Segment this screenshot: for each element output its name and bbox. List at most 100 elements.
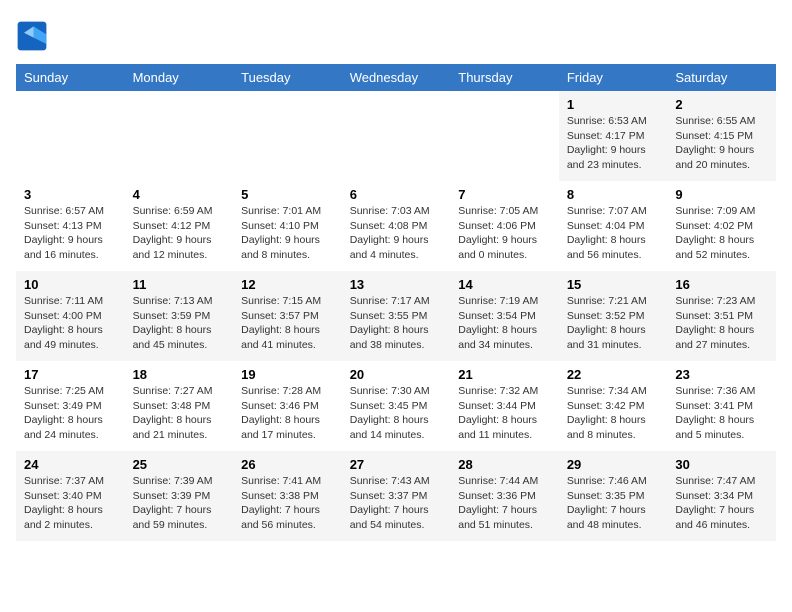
day-number: 24 xyxy=(24,457,117,472)
calendar-week-4: 17 Sunrise: 7:25 AM Sunset: 3:49 PM Dayli… xyxy=(16,361,776,451)
day-info: Sunrise: 7:47 AM Sunset: 3:34 PM Dayligh… xyxy=(675,474,768,533)
day-number: 4 xyxy=(133,187,226,202)
day-number: 17 xyxy=(24,367,117,382)
day-number: 15 xyxy=(567,277,660,292)
calendar-cell: 17 Sunrise: 7:25 AM Sunset: 3:49 PM Dayli… xyxy=(16,361,125,451)
day-info: Sunrise: 7:07 AM Sunset: 4:04 PM Dayligh… xyxy=(567,204,660,263)
calendar-cell xyxy=(233,91,342,181)
calendar-week-3: 10 Sunrise: 7:11 AM Sunset: 4:00 PM Dayli… xyxy=(16,271,776,361)
calendar-cell: 3 Sunrise: 6:57 AM Sunset: 4:13 PM Daylig… xyxy=(16,181,125,271)
calendar-cell xyxy=(450,91,559,181)
day-number: 23 xyxy=(675,367,768,382)
day-info: Sunrise: 7:21 AM Sunset: 3:52 PM Dayligh… xyxy=(567,294,660,353)
day-info: Sunrise: 7:46 AM Sunset: 3:35 PM Dayligh… xyxy=(567,474,660,533)
day-number: 8 xyxy=(567,187,660,202)
day-number: 27 xyxy=(350,457,443,472)
calendar-cell: 23 Sunrise: 7:36 AM Sunset: 3:41 PM Dayli… xyxy=(667,361,776,451)
calendar-table: SundayMondayTuesdayWednesdayThursdayFrid… xyxy=(16,64,776,541)
weekday-header-sunday: Sunday xyxy=(16,64,125,91)
day-number: 29 xyxy=(567,457,660,472)
day-number: 20 xyxy=(350,367,443,382)
calendar-cell: 21 Sunrise: 7:32 AM Sunset: 3:44 PM Dayli… xyxy=(450,361,559,451)
calendar-cell xyxy=(342,91,451,181)
day-number: 21 xyxy=(458,367,551,382)
day-number: 3 xyxy=(24,187,117,202)
day-info: Sunrise: 7:17 AM Sunset: 3:55 PM Dayligh… xyxy=(350,294,443,353)
day-number: 18 xyxy=(133,367,226,382)
day-info: Sunrise: 7:09 AM Sunset: 4:02 PM Dayligh… xyxy=(675,204,768,263)
day-number: 22 xyxy=(567,367,660,382)
day-number: 30 xyxy=(675,457,768,472)
calendar-cell: 4 Sunrise: 6:59 AM Sunset: 4:12 PM Daylig… xyxy=(125,181,234,271)
calendar-cell: 13 Sunrise: 7:17 AM Sunset: 3:55 PM Dayli… xyxy=(342,271,451,361)
calendar-cell: 22 Sunrise: 7:34 AM Sunset: 3:42 PM Dayli… xyxy=(559,361,668,451)
day-info: Sunrise: 7:25 AM Sunset: 3:49 PM Dayligh… xyxy=(24,384,117,443)
day-info: Sunrise: 7:27 AM Sunset: 3:48 PM Dayligh… xyxy=(133,384,226,443)
day-info: Sunrise: 7:41 AM Sunset: 3:38 PM Dayligh… xyxy=(241,474,334,533)
calendar-cell: 24 Sunrise: 7:37 AM Sunset: 3:40 PM Dayli… xyxy=(16,451,125,541)
calendar-cell: 6Sunrise: 7:03 AM Sunset: 4:08 PM Daylig… xyxy=(342,181,451,271)
calendar-cell: 25 Sunrise: 7:39 AM Sunset: 3:39 PM Dayli… xyxy=(125,451,234,541)
calendar-cell: 19Sunrise: 7:28 AM Sunset: 3:46 PM Dayli… xyxy=(233,361,342,451)
day-info: Sunrise: 7:37 AM Sunset: 3:40 PM Dayligh… xyxy=(24,474,117,533)
day-info: Sunrise: 6:53 AM Sunset: 4:17 PM Dayligh… xyxy=(567,114,660,173)
day-info: Sunrise: 7:34 AM Sunset: 3:42 PM Dayligh… xyxy=(567,384,660,443)
day-number: 26 xyxy=(241,457,334,472)
day-number: 10 xyxy=(24,277,117,292)
day-number: 11 xyxy=(133,277,226,292)
calendar-week-2: 3 Sunrise: 6:57 AM Sunset: 4:13 PM Daylig… xyxy=(16,181,776,271)
weekday-header-friday: Friday xyxy=(559,64,668,91)
calendar-cell: 15 Sunrise: 7:21 AM Sunset: 3:52 PM Dayli… xyxy=(559,271,668,361)
day-info: Sunrise: 7:13 AM Sunset: 3:59 PM Dayligh… xyxy=(133,294,226,353)
day-info: Sunrise: 7:03 AM Sunset: 4:08 PM Dayligh… xyxy=(350,204,443,263)
day-number: 12 xyxy=(241,277,334,292)
day-number: 19 xyxy=(241,367,334,382)
calendar-cell: 7 Sunrise: 7:05 AM Sunset: 4:06 PM Daylig… xyxy=(450,181,559,271)
day-number: 7 xyxy=(458,187,551,202)
day-number: 16 xyxy=(675,277,768,292)
calendar-cell: 20Sunrise: 7:30 AM Sunset: 3:45 PM Dayli… xyxy=(342,361,451,451)
weekday-header-tuesday: Tuesday xyxy=(233,64,342,91)
calendar-cell: 8 Sunrise: 7:07 AM Sunset: 4:04 PM Daylig… xyxy=(559,181,668,271)
day-info: Sunrise: 6:57 AM Sunset: 4:13 PM Dayligh… xyxy=(24,204,117,263)
logo-icon xyxy=(16,20,48,52)
day-info: Sunrise: 6:55 AM Sunset: 4:15 PM Dayligh… xyxy=(675,114,768,173)
day-number: 25 xyxy=(133,457,226,472)
day-info: Sunrise: 7:36 AM Sunset: 3:41 PM Dayligh… xyxy=(675,384,768,443)
day-number: 2 xyxy=(675,97,768,112)
calendar-body: 1 Sunrise: 6:53 AM Sunset: 4:17 PM Daylig… xyxy=(16,91,776,541)
day-info: Sunrise: 7:44 AM Sunset: 3:36 PM Dayligh… xyxy=(458,474,551,533)
calendar-cell: 9 Sunrise: 7:09 AM Sunset: 4:02 PM Daylig… xyxy=(667,181,776,271)
calendar-week-1: 1 Sunrise: 6:53 AM Sunset: 4:17 PM Daylig… xyxy=(16,91,776,181)
day-info: Sunrise: 7:05 AM Sunset: 4:06 PM Dayligh… xyxy=(458,204,551,263)
day-info: Sunrise: 7:32 AM Sunset: 3:44 PM Dayligh… xyxy=(458,384,551,443)
calendar-week-5: 24 Sunrise: 7:37 AM Sunset: 3:40 PM Dayli… xyxy=(16,451,776,541)
day-info: Sunrise: 7:15 AM Sunset: 3:57 PM Dayligh… xyxy=(241,294,334,353)
logo xyxy=(16,20,52,52)
day-info: Sunrise: 7:01 AM Sunset: 4:10 PM Dayligh… xyxy=(241,204,334,263)
day-info: Sunrise: 7:19 AM Sunset: 3:54 PM Dayligh… xyxy=(458,294,551,353)
day-info: Sunrise: 6:59 AM Sunset: 4:12 PM Dayligh… xyxy=(133,204,226,263)
day-number: 14 xyxy=(458,277,551,292)
weekday-header-row: SundayMondayTuesdayWednesdayThursdayFrid… xyxy=(16,64,776,91)
calendar-cell: 27Sunrise: 7:43 AM Sunset: 3:37 PM Dayli… xyxy=(342,451,451,541)
calendar-cell: 28 Sunrise: 7:44 AM Sunset: 3:36 PM Dayli… xyxy=(450,451,559,541)
day-info: Sunrise: 7:11 AM Sunset: 4:00 PM Dayligh… xyxy=(24,294,117,353)
weekday-header-monday: Monday xyxy=(125,64,234,91)
calendar-cell: 10 Sunrise: 7:11 AM Sunset: 4:00 PM Dayli… xyxy=(16,271,125,361)
calendar-cell: 14 Sunrise: 7:19 AM Sunset: 3:54 PM Dayli… xyxy=(450,271,559,361)
day-info: Sunrise: 7:39 AM Sunset: 3:39 PM Dayligh… xyxy=(133,474,226,533)
calendar-cell xyxy=(16,91,125,181)
day-number: 1 xyxy=(567,97,660,112)
calendar-cell: 12 Sunrise: 7:15 AM Sunset: 3:57 PM Dayli… xyxy=(233,271,342,361)
calendar-cell: 29 Sunrise: 7:46 AM Sunset: 3:35 PM Dayli… xyxy=(559,451,668,541)
day-number: 28 xyxy=(458,457,551,472)
calendar-cell: 26 Sunrise: 7:41 AM Sunset: 3:38 PM Dayli… xyxy=(233,451,342,541)
day-number: 5 xyxy=(241,187,334,202)
day-number: 13 xyxy=(350,277,443,292)
day-number: 9 xyxy=(675,187,768,202)
calendar-cell: 11 Sunrise: 7:13 AM Sunset: 3:59 PM Dayli… xyxy=(125,271,234,361)
calendar-cell: 5 Sunrise: 7:01 AM Sunset: 4:10 PM Daylig… xyxy=(233,181,342,271)
calendar-cell: 1 Sunrise: 6:53 AM Sunset: 4:17 PM Daylig… xyxy=(559,91,668,181)
calendar-cell: 18 Sunrise: 7:27 AM Sunset: 3:48 PM Dayli… xyxy=(125,361,234,451)
